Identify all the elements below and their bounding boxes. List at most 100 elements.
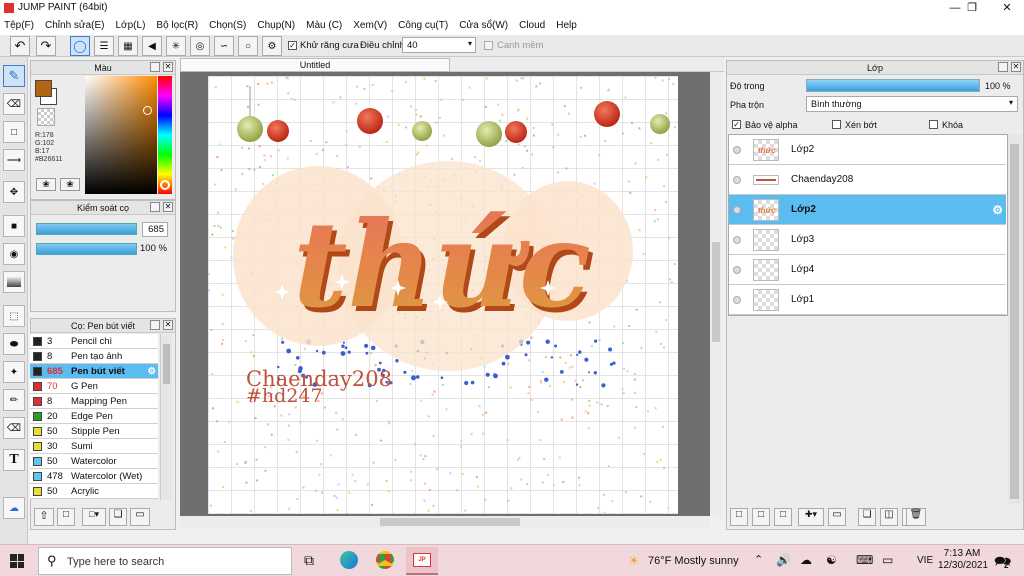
edge-checkbox[interactable] — [484, 41, 493, 50]
move-tool[interactable]: ✥ — [3, 181, 25, 203]
menu-file[interactable]: Tệp(F) — [4, 20, 34, 31]
antialias-checkbox[interactable]: ✓ — [288, 41, 297, 50]
float-icon[interactable] — [150, 202, 160, 212]
visibility-icon[interactable] — [733, 265, 741, 274]
foreground-color-swatch[interactable] — [35, 80, 52, 97]
notification-icon[interactable]: 🗪 — [994, 551, 1011, 575]
brush-item-edge-pen[interactable]: 20 Edge Pen — [30, 409, 158, 424]
brush-item-pencil[interactable]: 3 Pencil chì — [30, 334, 158, 349]
chrome-icon[interactable] — [376, 551, 394, 569]
taskbar-search[interactable]: ⚲ Type here to search — [38, 547, 292, 575]
canvas-tab[interactable]: Untitled — [180, 58, 450, 72]
circle-button[interactable]: ○ — [238, 36, 258, 56]
brush-item-pen-writing[interactable]: 685 Pen bút viết ⚙ — [30, 364, 158, 379]
color-wheel-button[interactable]: ❀ — [60, 178, 80, 191]
document-canvas[interactable]: thức thức Chaenday208 #hd247 — [208, 76, 678, 514]
hue-handle[interactable] — [160, 180, 170, 190]
brush-size-slider[interactable] — [36, 223, 137, 235]
brush-size-field[interactable]: 685 — [142, 222, 168, 237]
settings-button[interactable]: ⚙ — [262, 36, 282, 56]
new-text-layer-button[interactable]: □ — [774, 508, 792, 526]
close-button[interactable]: ✕ — [990, 0, 1024, 16]
onedrive-icon[interactable]: ☁ — [800, 553, 812, 567]
scroll-thumb[interactable] — [163, 344, 170, 384]
cloud-tool[interactable]: ☁ — [3, 497, 25, 519]
brush-opacity-slider[interactable] — [36, 243, 137, 255]
layer-row[interactable]: thức Lớp2 — [729, 135, 1006, 165]
layer-list-scrollbar[interactable] — [1008, 134, 1022, 504]
perspective-button[interactable]: ◀ — [142, 36, 162, 56]
new-brush-button[interactable]: □ — [57, 508, 75, 526]
menu-capture[interactable]: Chụp(N) — [257, 20, 295, 31]
select-eraser-tool[interactable]: ⌫ — [3, 417, 25, 439]
layer-row[interactable]: Lớp4 — [729, 255, 1006, 285]
visibility-icon[interactable] — [733, 205, 741, 214]
add-layer-menu-button[interactable]: ✚▾ — [798, 508, 824, 526]
maximize-icon[interactable]: ❐ — [955, 0, 989, 16]
brush-item-acrylic[interactable]: 50 Acrylic — [30, 484, 158, 499]
hue-slider[interactable] — [158, 76, 172, 194]
copy-brush-button[interactable]: ❏ — [109, 508, 127, 526]
duplicate-layer-button[interactable]: ❏ — [858, 508, 876, 526]
menu-select[interactable]: Chọn(S) — [209, 20, 246, 31]
layer-opacity-slider[interactable] — [806, 79, 980, 92]
line-tool[interactable]: ⟶ — [3, 149, 25, 171]
scroll-thumb[interactable] — [1010, 144, 1019, 499]
float-icon[interactable] — [150, 320, 160, 330]
saturation-picker[interactable] — [85, 76, 157, 194]
select-pen-tool[interactable]: ✏ — [3, 389, 25, 411]
menu-tools[interactable]: Công cụ(T) — [398, 20, 448, 31]
curve-button[interactable]: ∽ — [214, 36, 234, 56]
network-icon[interactable]: ☯ — [826, 553, 837, 567]
radial-button[interactable]: ✳ — [166, 36, 186, 56]
menu-window[interactable]: Cửa sổ(W) — [459, 20, 508, 31]
brush-item-stipple-pen[interactable]: 50 Stipple Pen — [30, 424, 158, 439]
rect-tool[interactable]: □ — [3, 121, 25, 143]
brush-item-watercolor-wet[interactable]: 478 Watercolor (Wet) — [30, 469, 158, 484]
visibility-icon[interactable] — [733, 175, 741, 184]
volume-icon[interactable]: 🔊 — [776, 553, 791, 567]
horizontal-scrollbar[interactable] — [180, 516, 710, 528]
menu-help[interactable]: Help — [556, 20, 577, 31]
picker-handle[interactable] — [143, 106, 152, 115]
brush-item-sumi[interactable]: 30 Sumi — [30, 439, 158, 454]
brush-menu-button[interactable]: □▾ — [82, 508, 106, 526]
close-icon[interactable]: ✕ — [163, 202, 173, 212]
keyboard-icon[interactable]: ⌨ — [856, 553, 873, 567]
hatch-button[interactable]: ☰ — [94, 36, 114, 56]
task-view-icon[interactable]: ⧉ — [304, 552, 314, 569]
menu-edit[interactable]: Chỉnh sửa(E) — [45, 20, 105, 31]
transparent-swatch[interactable] — [37, 108, 55, 126]
visibility-icon[interactable] — [733, 295, 741, 304]
scroll-thumb[interactable] — [712, 242, 720, 342]
layer-row[interactable]: Lớp3 — [729, 225, 1006, 255]
clock[interactable]: 7:13 AM 12/30/2021 — [938, 548, 988, 572]
menu-view[interactable]: Xem(V) — [353, 20, 387, 31]
folder-button[interactable]: ▭ — [828, 508, 846, 526]
concentric-button[interactable]: ◎ — [190, 36, 210, 56]
protect-alpha-checkbox[interactable]: ✓ — [732, 120, 741, 129]
gradient-tool[interactable] — [3, 271, 25, 293]
menu-layer[interactable]: Lớp(L) — [116, 20, 146, 31]
pen-mode-button[interactable]: ◯ — [70, 36, 90, 56]
folder-button[interactable]: ▭ — [130, 508, 150, 526]
select-tool[interactable]: ⬚ — [3, 305, 25, 327]
undo-button[interactable]: ↶ — [10, 36, 30, 56]
language-indicator[interactable]: VIE — [917, 555, 933, 566]
close-icon[interactable]: ✕ — [163, 62, 173, 72]
delete-layer-button[interactable]: 🗑 — [906, 508, 926, 526]
upload-brush-button[interactable]: ⇧ — [34, 508, 54, 526]
fill-rect-tool[interactable]: ■ — [3, 215, 25, 237]
magic-wand-tool[interactable]: ✦ — [3, 361, 25, 383]
clipping-checkbox[interactable] — [832, 120, 841, 129]
new-layer-button[interactable]: □ — [730, 508, 748, 526]
gear-icon[interactable]: ⚙ — [147, 366, 156, 377]
text-tool[interactable]: T — [3, 449, 25, 471]
menu-cloud[interactable]: Cloud — [519, 20, 545, 31]
menu-color[interactable]: Màu (C) — [306, 20, 342, 31]
gear-icon[interactable]: ⚙ — [992, 203, 1003, 217]
float-icon[interactable] — [150, 62, 160, 72]
redo-button[interactable]: ↷ — [36, 36, 56, 56]
merge-layer-button[interactable]: ◫ — [880, 508, 898, 526]
visibility-icon[interactable] — [733, 145, 741, 154]
